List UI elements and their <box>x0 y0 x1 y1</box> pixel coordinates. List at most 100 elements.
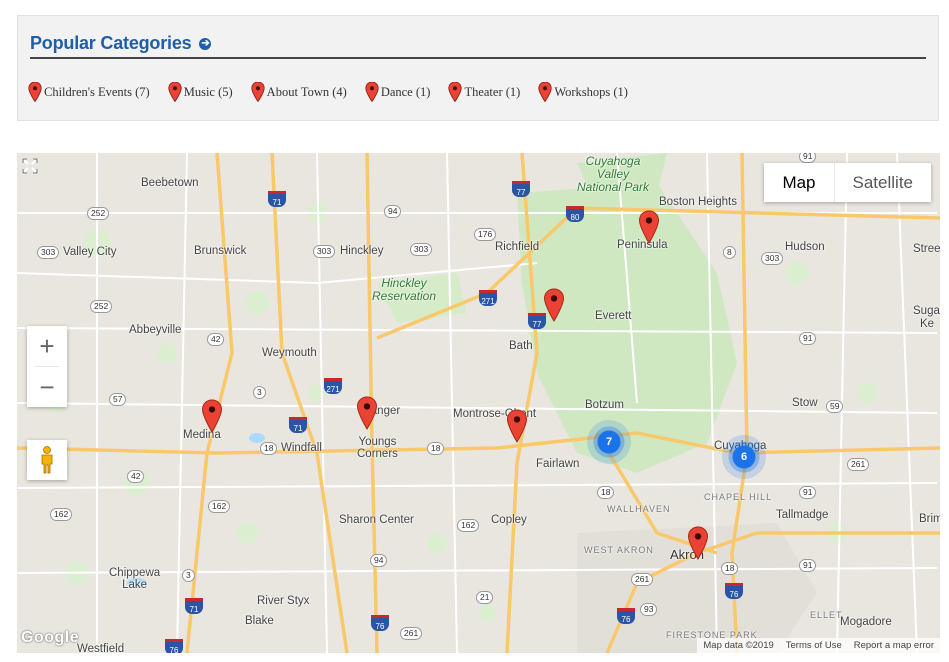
route-shield: 261 <box>400 627 423 640</box>
route-shield: 3 <box>182 569 195 582</box>
place-stow: Stow <box>792 397 818 409</box>
place-windfall: Windfall <box>281 442 322 454</box>
place-youngs-corners: Youngs Corners <box>357 436 398 460</box>
route-shield: 93 <box>640 603 658 616</box>
popular-categories-title[interactable]: Popular Categories ➔ <box>30 33 212 54</box>
map-pin-icon <box>538 82 552 102</box>
place-hinckley-reservation: Hinckley Reservation <box>372 276 437 303</box>
map-type-satellite-button[interactable]: Satellite <box>835 163 931 202</box>
route-shield: 91 <box>799 332 817 345</box>
event-marker[interactable] <box>201 399 223 433</box>
place-sugar: Suga <box>913 305 940 317</box>
category-dance[interactable]: Dance (1) <box>365 82 431 102</box>
event-marker[interactable] <box>638 210 660 244</box>
category-label[interactable]: Workshops (1) <box>554 85 628 100</box>
event-marker[interactable] <box>543 288 565 322</box>
zoom-control: + − <box>27 326 67 407</box>
terms-of-use-link[interactable]: Terms of Use <box>786 640 842 651</box>
interstate-shield: 76 <box>725 583 743 599</box>
cluster-count: 6 <box>740 451 748 463</box>
place-copley: Copley <box>491 514 527 526</box>
route-shield: 162 <box>50 508 73 521</box>
route-shield: 252 <box>87 207 110 220</box>
place-kent: Ke <box>920 318 935 330</box>
place-wallhaven: WALLHAVEN <box>607 504 671 514</box>
map-pin-icon <box>28 82 42 102</box>
category-label[interactable]: Music (5) <box>184 85 233 100</box>
route-shield: 57 <box>109 393 127 406</box>
marker-cluster[interactable]: 6 <box>722 435 766 479</box>
route-shield: 21 <box>476 591 494 604</box>
interstate-shield: 271 <box>324 378 342 394</box>
interstate-shield: 77 <box>512 181 530 197</box>
category-label[interactable]: Dance (1) <box>381 85 431 100</box>
place-westfield: Westfield <box>77 643 125 653</box>
route-shield: 252 <box>90 300 113 313</box>
event-map[interactable]: Beebetown Valley City Brunswick Hinckley… <box>17 153 940 653</box>
place-richfield: Richfield <box>495 241 540 253</box>
place-hinckley: Hinckley <box>340 245 384 257</box>
interstate-shield: 76 <box>617 608 635 624</box>
category-workshops[interactable]: Workshops (1) <box>538 82 628 102</box>
route-shield: 176 <box>474 228 497 241</box>
place-valley-city: Valley City <box>63 246 117 258</box>
route-shield: 18 <box>260 442 278 455</box>
popular-categories-panel: Popular Categories ➔ Children's Events (… <box>17 15 939 121</box>
route-shield: 59 <box>826 400 844 413</box>
place-boston-heights: Boston Heights <box>659 196 737 208</box>
route-shield: 18 <box>427 442 445 455</box>
place-botzum: Botzum <box>585 399 624 411</box>
route-shield: 18 <box>597 486 615 499</box>
route-shield: 18 <box>721 562 739 575</box>
route-shield: 261 <box>847 458 870 471</box>
route-shield: 94 <box>384 205 402 218</box>
route-shield: 162 <box>457 519 480 532</box>
interstate-shield: 80 <box>566 206 584 222</box>
category-label[interactable]: Theater (1) <box>464 85 520 100</box>
event-marker[interactable] <box>687 526 709 560</box>
place-tallmadge: Tallmadge <box>776 509 829 521</box>
place-bath: Bath <box>509 340 533 352</box>
category-label[interactable]: Children's Events (7) <box>44 85 150 100</box>
map-attribution: Map data ©2019 Terms of Use Report a map… <box>697 638 940 653</box>
place-abbeyville: Abbeyville <box>129 324 182 336</box>
place-weymouth: Weymouth <box>262 347 317 359</box>
category-label[interactable]: About Town (4) <box>267 85 347 100</box>
pegman-icon <box>41 446 53 474</box>
category-childrens-events[interactable]: Children's Events (7) <box>28 82 150 102</box>
place-fairlawn: Fairlawn <box>536 458 580 470</box>
event-marker[interactable] <box>506 409 528 443</box>
circle-arrow-right-icon[interactable]: ➔ <box>199 37 212 50</box>
event-marker[interactable] <box>356 396 378 430</box>
marker-cluster[interactable]: 7 <box>587 420 631 464</box>
category-theater[interactable]: Theater (1) <box>448 82 520 102</box>
interstate-shield: 76 <box>371 615 389 631</box>
category-about-town[interactable]: About Town (4) <box>251 82 347 102</box>
place-chippewa-lake: Chippewa Lake <box>109 567 161 591</box>
map-pin-icon <box>448 82 463 102</box>
zoom-out-button[interactable]: − <box>27 367 67 407</box>
fullscreen-icon[interactable] <box>21 157 39 175</box>
map-pin-icon <box>168 82 182 102</box>
route-shield: 303 <box>37 246 60 259</box>
route-shield: 8 <box>723 246 736 259</box>
place-blake: Blake <box>245 615 274 627</box>
map-type-map-button[interactable]: Map <box>764 163 835 202</box>
route-shield: 3 <box>253 386 266 399</box>
place-west-akron: WEST AKRON <box>584 545 654 555</box>
google-logo[interactable]: Google <box>21 629 79 647</box>
place-hudson: Hudson <box>785 241 825 253</box>
route-shield: 303 <box>410 243 433 256</box>
place-sharon-center: Sharon Center <box>339 514 414 526</box>
popular-categories-heading[interactable]: Popular Categories <box>30 33 192 54</box>
place-river-styx: River Styx <box>257 595 310 607</box>
category-music[interactable]: Music (5) <box>168 82 233 102</box>
place-beebetown: Beebetown <box>141 177 199 189</box>
report-map-error-link[interactable]: Report a map error <box>854 640 934 651</box>
route-shield: 91 <box>799 486 817 499</box>
route-shield: 42 <box>127 470 145 483</box>
place-streetsboro: Stree <box>913 243 940 255</box>
street-view-pegman[interactable] <box>27 440 67 480</box>
category-list: Children's Events (7) Music (5) About To… <box>28 82 628 102</box>
zoom-in-button[interactable]: + <box>27 326 67 366</box>
